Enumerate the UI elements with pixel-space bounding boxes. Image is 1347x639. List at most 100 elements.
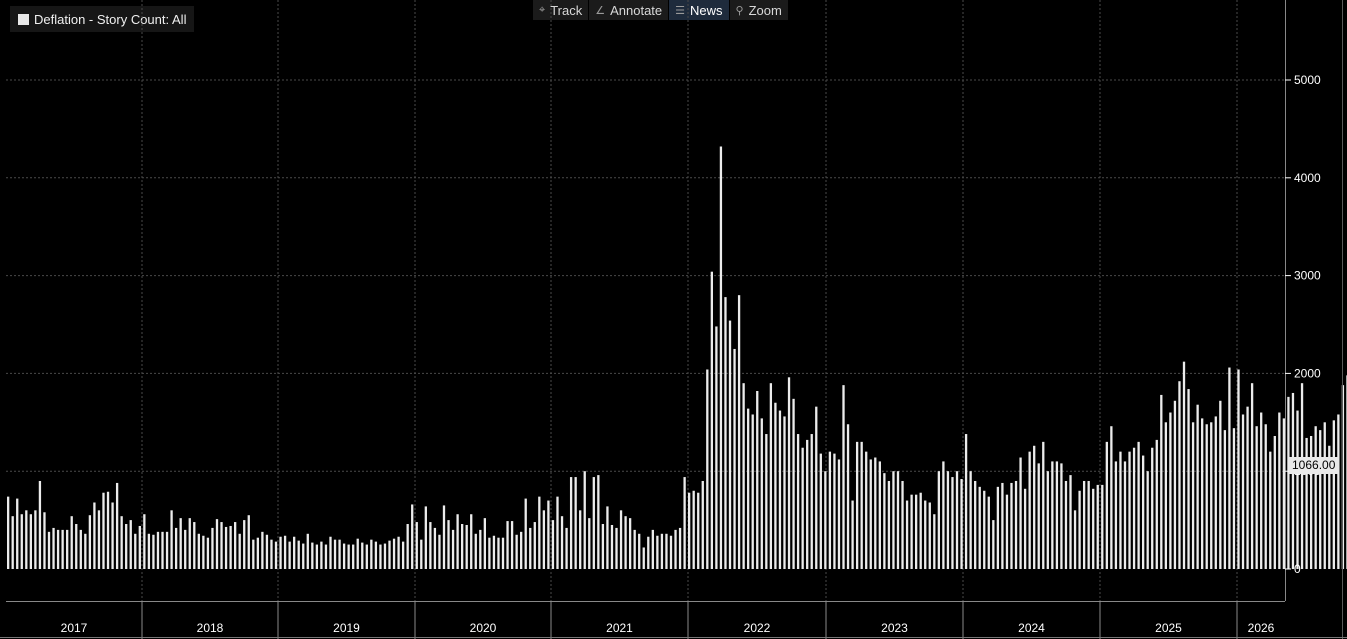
- bar: [38, 480, 42, 569]
- bar: [551, 520, 555, 569]
- bar: [905, 500, 909, 569]
- bar: [501, 537, 505, 569]
- bar: [1246, 406, 1249, 569]
- bar: [61, 529, 64, 569]
- bar: [924, 500, 927, 569]
- bar: [165, 531, 169, 569]
- bar: [25, 510, 28, 569]
- bar: [678, 527, 682, 569]
- bar: [479, 529, 482, 569]
- bar: [1237, 369, 1240, 569]
- bar: [747, 408, 750, 569]
- bar: [1164, 422, 1167, 569]
- bar: [84, 533, 87, 569]
- bar: [1160, 394, 1163, 569]
- bar: [515, 534, 518, 569]
- bar: [293, 536, 296, 569]
- x-year-label: 2024: [1018, 621, 1045, 635]
- x-year-label: 2021: [606, 621, 633, 635]
- bar: [1210, 422, 1213, 569]
- bar: [783, 416, 786, 569]
- bar: [161, 531, 164, 569]
- bar: [315, 544, 319, 569]
- bar: [978, 486, 981, 569]
- bar: [1309, 435, 1313, 569]
- bar: [588, 518, 591, 569]
- bar: [465, 524, 468, 569]
- bar: [270, 539, 273, 569]
- bar: [411, 504, 414, 569]
- y-tick-label: 0: [1294, 562, 1301, 576]
- bar: [647, 536, 650, 569]
- bar: [1196, 404, 1199, 569]
- bar: [16, 498, 19, 569]
- bar: [878, 461, 881, 569]
- y-tick-label: 3000: [1294, 269, 1321, 283]
- bar: [946, 471, 950, 569]
- chart-canvas[interactable]: 010002000300040005000 201720182019202020…: [0, 0, 1347, 639]
- x-year-label: 2023: [881, 621, 908, 635]
- bar: [865, 451, 868, 569]
- bar: [1201, 418, 1204, 569]
- bar: [801, 447, 804, 569]
- bar: [461, 524, 464, 569]
- bar: [102, 492, 105, 569]
- bar: [1191, 422, 1195, 569]
- bar: [987, 496, 990, 569]
- bar: [579, 510, 582, 569]
- bar: [20, 514, 23, 569]
- bar: [992, 520, 995, 569]
- bar: [70, 516, 73, 569]
- bar: [737, 295, 741, 569]
- bar: [156, 531, 160, 569]
- bar: [592, 477, 595, 569]
- bar: [361, 542, 364, 569]
- bar: [815, 406, 818, 569]
- bar: [1323, 422, 1326, 569]
- bar: [1264, 424, 1267, 569]
- bar: [792, 398, 795, 569]
- bar: [356, 538, 359, 569]
- bar: [338, 539, 341, 569]
- bar: [628, 518, 632, 569]
- bar: [597, 475, 600, 569]
- bar: [910, 494, 913, 569]
- bar: [1187, 389, 1190, 569]
- bar: [397, 536, 400, 569]
- bar: [560, 516, 564, 569]
- bar: [1119, 451, 1122, 569]
- bar: [733, 348, 736, 569]
- bar: [855, 441, 859, 569]
- bar: [1291, 392, 1295, 569]
- bar: [1314, 426, 1317, 569]
- bar: [265, 534, 269, 569]
- bar: [506, 521, 509, 569]
- bar: [1123, 461, 1127, 569]
- bar: [955, 471, 959, 569]
- bar: [261, 531, 264, 569]
- bar: [837, 459, 841, 569]
- bar: [347, 544, 350, 569]
- bar: [1073, 510, 1077, 569]
- bar: [510, 521, 514, 569]
- bar: [75, 524, 78, 569]
- bar: [365, 544, 368, 569]
- bar: [601, 524, 605, 569]
- bar: [715, 326, 718, 569]
- bar: [379, 544, 382, 569]
- bar: [1205, 424, 1208, 569]
- bar: [869, 459, 872, 569]
- bar: [401, 541, 405, 569]
- bar: [388, 540, 391, 569]
- bar: [796, 434, 800, 569]
- bar: [383, 543, 387, 569]
- bar: [583, 471, 586, 569]
- bar: [93, 502, 96, 569]
- bar: [660, 533, 664, 569]
- bar: [470, 514, 473, 569]
- bar: [52, 527, 55, 569]
- bar: [896, 471, 900, 569]
- bar: [1114, 461, 1118, 569]
- bar: [719, 146, 723, 569]
- bar: [1051, 461, 1054, 569]
